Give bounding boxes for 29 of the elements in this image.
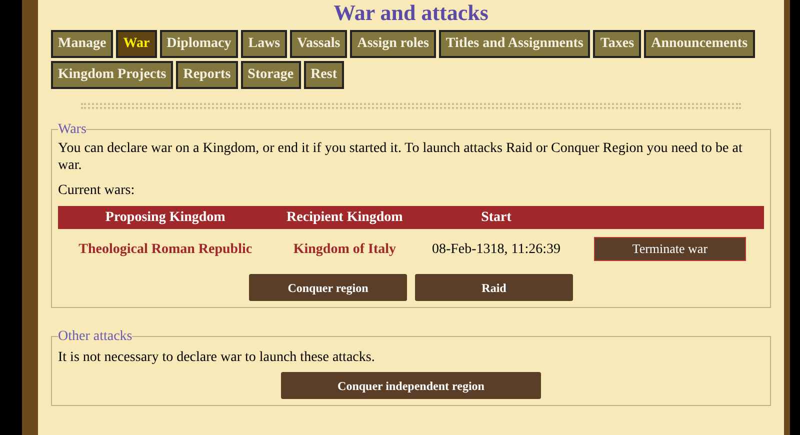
nav-tab[interactable]: Laws <box>241 30 288 58</box>
nav-tab[interactable]: Rest <box>304 61 344 89</box>
table-cell: 08-Feb-1318, 11:26:39 <box>416 229 576 269</box>
intro-text: You can declare war on a Kingdom, or end it if you started it. To launch attacks Raid or Conquer Region you need to be at war. <box>58 140 744 174</box>
nav-tab[interactable]: War <box>116 30 157 58</box>
nav-tab[interactable]: Manage <box>51 30 114 58</box>
column-header: Proposing Kingdom <box>58 206 273 229</box>
nav-tab[interactable]: Announcements <box>644 30 755 58</box>
kingdom-link[interactable]: Theological Roman Republic <box>58 229 273 269</box>
section-legend: Other attacks <box>58 326 132 347</box>
nav-tab[interactable]: Storage <box>240 61 301 89</box>
nav-tab[interactable]: Titles and Assignments <box>438 30 590 58</box>
column-header: Recipient Kingdom <box>272 206 417 229</box>
nav-tab[interactable]: Diplomacy <box>160 30 238 58</box>
info-text: It is not necessary to declare war to launch these attacks. <box>58 349 376 367</box>
kingdom-link[interactable]: Kingdom of Italy <box>272 229 417 269</box>
nav-tab[interactable]: Vassals <box>290 30 348 58</box>
attack-button[interactable]: Raid <box>415 274 573 301</box>
nav-tab[interactable]: Reports <box>176 61 238 89</box>
section-legend: Wars <box>58 119 86 140</box>
nav-tab[interactable]: Taxes <box>593 30 642 58</box>
page-title: War and attacks <box>332 0 490 26</box>
current-wars-label: Current wars: <box>58 182 136 200</box>
nav-tab[interactable]: Kingdom Projects <box>51 61 174 89</box>
attack-button[interactable]: Conquer independent region <box>281 372 541 399</box>
terminate-war-button[interactable]: Terminate war <box>594 237 746 261</box>
attack-button[interactable]: Conquer region <box>249 274 407 301</box>
nav-tab[interactable]: Assign roles <box>350 30 436 58</box>
column-header: Start <box>416 206 576 229</box>
